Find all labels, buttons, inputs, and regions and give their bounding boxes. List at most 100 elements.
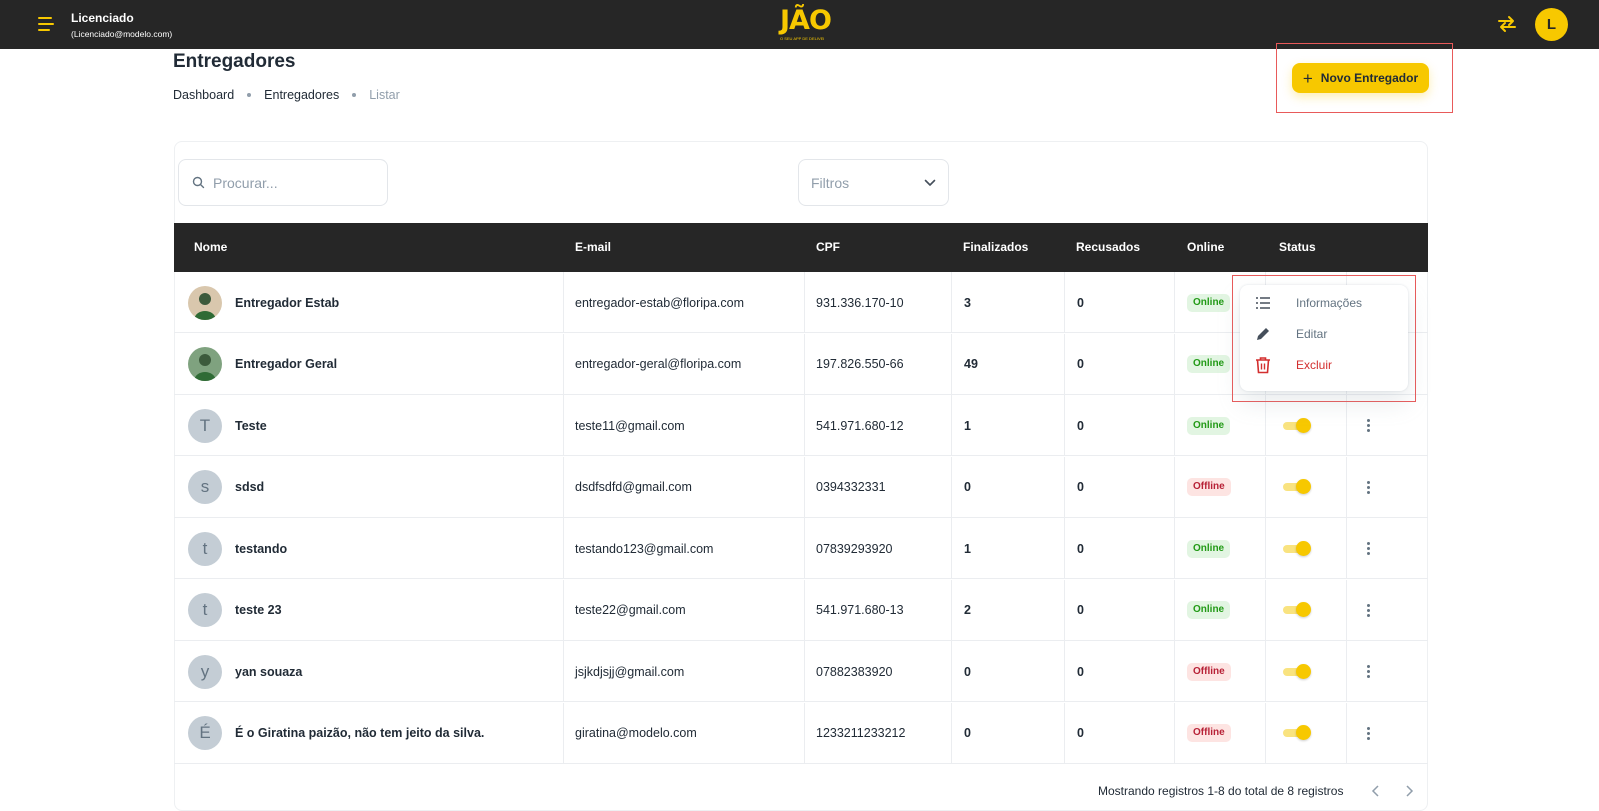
initial-avatar: t xyxy=(188,593,222,627)
user-name: Licenciado xyxy=(71,11,134,25)
search-icon xyxy=(192,176,205,189)
logo-text: JÃO xyxy=(780,5,832,36)
status-cell xyxy=(1283,703,1311,764)
column-divider xyxy=(563,518,564,579)
column-online[interactable]: Online xyxy=(1187,223,1224,272)
column-divider xyxy=(1174,641,1175,702)
cpf-cell: 931.336.170-10 xyxy=(816,295,904,310)
rider-name: Teste xyxy=(235,418,267,433)
column-divider xyxy=(1346,579,1347,641)
column-divider xyxy=(951,518,952,579)
column-divider xyxy=(563,272,564,333)
online-status-badge: Offline xyxy=(1187,662,1231,681)
swap-arrows-icon[interactable] xyxy=(1496,14,1518,34)
finalizados-cell: 1 xyxy=(964,418,971,433)
action-cell xyxy=(1360,395,1376,456)
status-toggle[interactable] xyxy=(1283,479,1311,494)
menu-item-excluir[interactable]: Excluir xyxy=(1240,349,1408,380)
status-toggle[interactable] xyxy=(1283,602,1311,617)
online-status-badge: Online xyxy=(1187,416,1231,435)
cpf-cell: 07839293920 xyxy=(816,541,893,556)
column-nome[interactable]: Nome xyxy=(194,223,227,272)
list-icon xyxy=(1256,297,1270,309)
status-toggle[interactable] xyxy=(1283,725,1311,740)
column-divider xyxy=(1064,579,1065,641)
new-entregador-button[interactable]: + Novo Entregador xyxy=(1292,63,1429,93)
email-cell: dsdfsdfd@gmail.com xyxy=(575,480,692,494)
rider-name: testando xyxy=(235,541,288,556)
email-cell: testando123@gmail.com xyxy=(575,541,714,556)
rider-name: yan souaza xyxy=(235,664,303,679)
plus-icon: + xyxy=(1302,68,1313,88)
online-cell: Online xyxy=(1187,518,1231,579)
menu-item-editar[interactable]: Editar xyxy=(1240,318,1408,349)
column-divider xyxy=(804,395,805,456)
more-vertical-icon[interactable] xyxy=(1360,723,1376,743)
email-cell: entregador-geral@floripa.com xyxy=(575,357,742,371)
column-divider xyxy=(1174,579,1175,641)
breadcrumb-separator xyxy=(352,93,357,97)
recusados-cell: 0 xyxy=(1077,357,1084,371)
column-divider xyxy=(1174,702,1175,764)
table-row[interactable]: T Teste teste11@gmail.com 541.971.680-12 1 0 O… xyxy=(174,395,1428,456)
column-cpf[interactable]: CPF xyxy=(816,223,840,272)
search-box[interactable] xyxy=(178,159,388,206)
online-cell: Online xyxy=(1187,580,1231,641)
breadcrumb-separator xyxy=(247,93,252,97)
breadcrumb-entregadores[interactable]: Entregadores xyxy=(264,88,339,102)
brand-logo[interactable]: JÃO O SEU APP DE DELIVERY xyxy=(780,5,832,46)
online-cell: Online xyxy=(1187,272,1231,333)
more-vertical-icon[interactable] xyxy=(1360,477,1376,497)
filter-select[interactable]: Filtros xyxy=(798,159,949,206)
status-cell xyxy=(1283,580,1311,641)
column-divider xyxy=(1346,395,1347,456)
column-finalizados[interactable]: Finalizados xyxy=(963,223,1028,272)
more-vertical-icon[interactable] xyxy=(1360,416,1376,436)
more-vertical-icon[interactable] xyxy=(1360,662,1376,682)
online-status-badge: Offline xyxy=(1187,724,1231,742)
more-vertical-icon[interactable] xyxy=(1360,539,1376,559)
column-divider xyxy=(951,579,952,641)
status-toggle[interactable] xyxy=(1283,540,1311,556)
online-cell: Offline xyxy=(1187,457,1231,518)
rider-photo-avatar xyxy=(188,347,222,381)
finalizados-cell: 0 xyxy=(964,664,971,679)
recusados-cell: 0 xyxy=(1077,541,1084,556)
column-divider xyxy=(1265,395,1266,456)
online-cell: Online xyxy=(1187,395,1231,456)
column-divider xyxy=(951,456,952,518)
name-cell: Entregador Estab xyxy=(188,272,339,333)
pagination-prev-icon[interactable] xyxy=(1368,783,1384,799)
table-row[interactable]: É É o Giratina paizão, não tem jeito da s… xyxy=(174,702,1428,764)
online-cell: Offline xyxy=(1187,641,1231,702)
chevron-down-icon xyxy=(924,179,936,186)
column-divider xyxy=(1265,518,1266,579)
pagination-next-icon[interactable] xyxy=(1401,783,1417,799)
search-input[interactable] xyxy=(213,174,373,191)
column-divider xyxy=(951,272,952,333)
breadcrumb-dashboard[interactable]: Dashboard xyxy=(173,88,234,102)
column-divider xyxy=(1174,456,1175,518)
column-email[interactable]: E-mail xyxy=(575,223,611,272)
column-divider xyxy=(1064,518,1065,579)
hamburger-menu-icon[interactable] xyxy=(38,15,56,33)
table-row[interactable]: t testando testando123@gmail.com 0783929392… xyxy=(174,518,1428,579)
table-row[interactable]: s sdsd dsdfsdfd@gmail.com 0394332331 0 0 Offli… xyxy=(174,456,1428,518)
status-toggle[interactable] xyxy=(1283,417,1311,433)
column-recusados[interactable]: Recusados xyxy=(1076,223,1140,272)
table-row[interactable]: y yan souaza jsjkdjsjj@gmail.com 0788238392… xyxy=(174,641,1428,702)
user-avatar[interactable]: L xyxy=(1535,8,1568,41)
table-row[interactable]: t teste 23 teste22@gmail.com 541.971.680-13… xyxy=(174,579,1428,641)
finalizados-cell: 49 xyxy=(964,357,978,371)
more-vertical-icon[interactable] xyxy=(1360,600,1376,620)
column-status[interactable]: Status xyxy=(1279,223,1316,272)
menu-item-informacoes[interactable]: Informações xyxy=(1240,287,1408,318)
action-cell xyxy=(1360,518,1376,579)
column-divider xyxy=(804,702,805,764)
name-cell: t teste 23 xyxy=(188,580,282,641)
column-divider xyxy=(1064,702,1065,764)
column-divider xyxy=(1346,456,1347,518)
column-divider xyxy=(1174,272,1175,333)
status-toggle[interactable] xyxy=(1283,663,1311,679)
breadcrumb: Dashboard Entregadores Listar xyxy=(173,88,400,102)
